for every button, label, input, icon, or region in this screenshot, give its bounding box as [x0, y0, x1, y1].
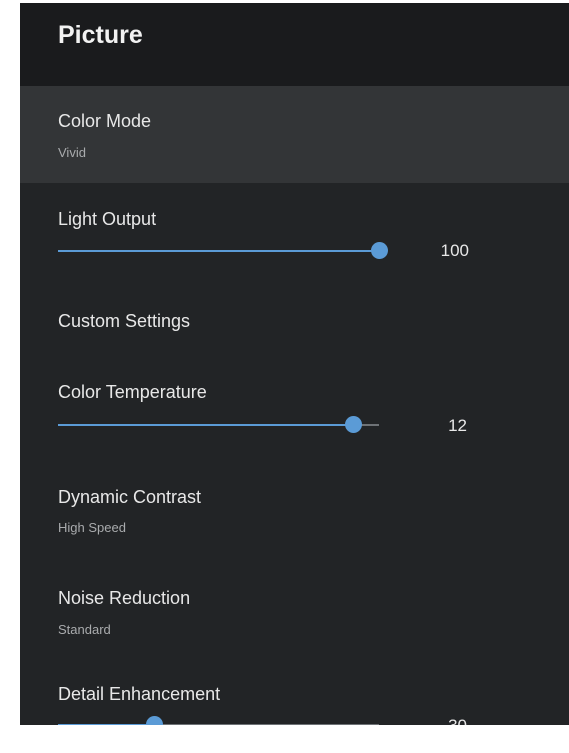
menu-item-dynamic-contrast[interactable]: Dynamic Contrast High Speed	[20, 463, 569, 566]
detail-enhancement-label: Detail Enhancement	[58, 684, 221, 704]
slider-thumb[interactable]	[146, 716, 164, 725]
slider-thumb[interactable]	[371, 242, 388, 259]
detail-enhancement-slider[interactable]	[58, 716, 379, 725]
slider-thumb[interactable]	[345, 416, 363, 433]
color-temperature-label: Color Temperature	[58, 382, 207, 402]
detail-enhancement-value: 30	[407, 716, 467, 725]
dynamic-contrast-label: Dynamic Contrast	[58, 487, 202, 507]
picture-settings-panel: Picture Color Mode Vivid Light Output 10…	[20, 3, 569, 725]
noise-reduction-value: Standard	[58, 622, 111, 637]
menu-item-light-output[interactable]: Light Output 100	[20, 183, 569, 283]
slider-fill	[58, 424, 354, 426]
dynamic-contrast-value: High Speed	[58, 520, 126, 535]
light-output-slider[interactable]	[58, 242, 388, 259]
color-temperature-value: 12	[448, 416, 467, 435]
slider-fill	[58, 724, 155, 725]
color-mode-value: Vivid	[58, 145, 86, 160]
noise-reduction-label: Noise Reduction	[58, 588, 191, 608]
light-output-label: Light Output	[58, 209, 157, 229]
slider-fill	[58, 250, 379, 252]
menu-item-color-temperature[interactable]: Color Temperature 12	[20, 358, 569, 463]
panel-header: Picture	[20, 3, 569, 86]
menu-item-color-mode[interactable]: Color Mode Vivid	[20, 86, 569, 183]
light-output-value: 100	[440, 241, 469, 260]
menu-item-detail-enhancement[interactable]: Detail Enhancement 30	[20, 668, 569, 725]
page-title: Picture	[58, 21, 143, 49]
menu-item-custom-settings[interactable]: Custom Settings	[20, 283, 569, 358]
menu-item-noise-reduction[interactable]: Noise Reduction Standard	[20, 566, 569, 668]
custom-settings-label: Custom Settings	[58, 311, 191, 331]
color-temperature-slider[interactable]	[58, 416, 379, 433]
color-mode-label: Color Mode	[58, 111, 152, 131]
